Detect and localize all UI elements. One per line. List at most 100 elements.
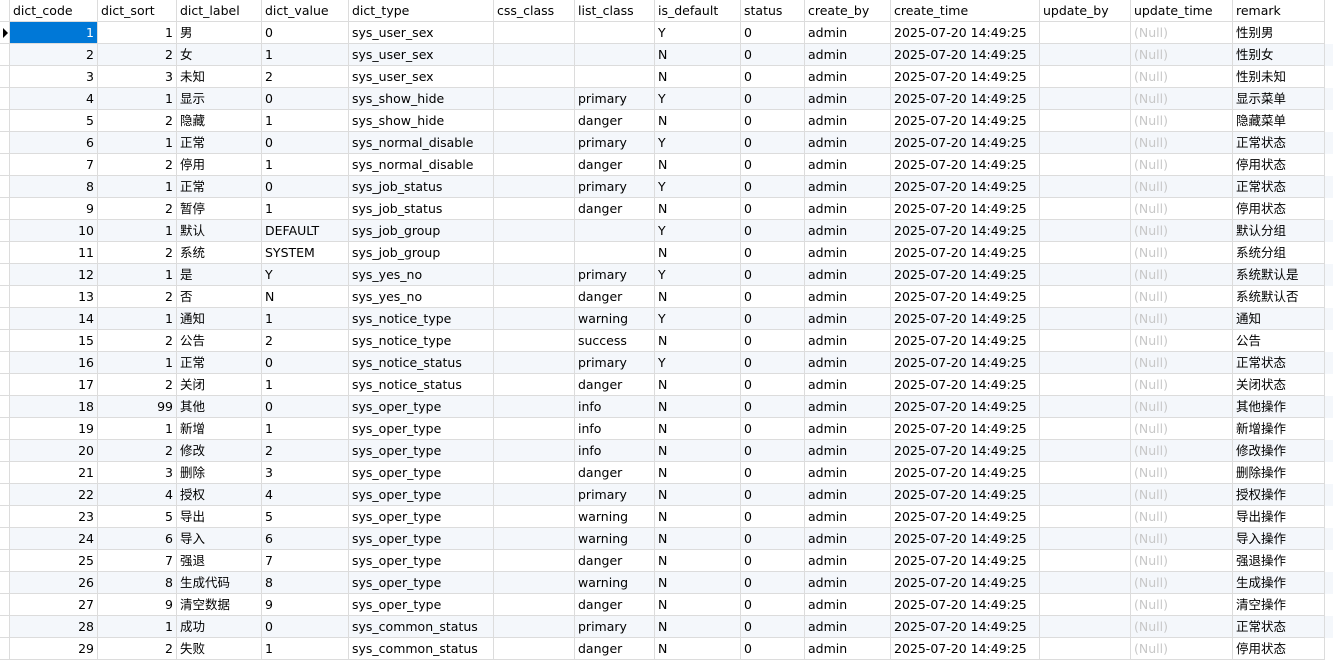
- cell-create-by[interactable]: admin: [805, 638, 891, 660]
- cell-status[interactable]: 0: [741, 308, 805, 330]
- cell-dict-sort[interactable]: 1: [98, 88, 177, 110]
- cell-dict-value[interactable]: 2: [262, 66, 349, 88]
- cell-dict-sort[interactable]: 2: [98, 374, 177, 396]
- cell-dict-value[interactable]: 2: [262, 440, 349, 462]
- cell-dict-code[interactable]: 3: [10, 66, 98, 88]
- cell-css-class[interactable]: [494, 286, 575, 308]
- cell-css-class[interactable]: [494, 594, 575, 616]
- cell-remark[interactable]: 正常状态: [1233, 616, 1325, 638]
- cell-update-by[interactable]: [1040, 550, 1131, 572]
- table-row[interactable]: 29 2 失败 1 sys_common_status danger N 0 admin 2025…: [0, 638, 1333, 660]
- cell-status[interactable]: 0: [741, 22, 805, 44]
- row-selector[interactable]: [0, 418, 10, 440]
- cell-dict-sort[interactable]: 1: [98, 264, 177, 286]
- cell-remark[interactable]: 关闭状态: [1233, 374, 1325, 396]
- cell-update-time[interactable]: (Null): [1131, 528, 1233, 550]
- table-row[interactable]: 11 2 系统 SYSTEM sys_job_group N 0 admin 2025-07-2…: [0, 242, 1333, 264]
- cell-dict-sort[interactable]: 3: [98, 462, 177, 484]
- cell-dict-sort[interactable]: 1: [98, 418, 177, 440]
- column-header-dict-value[interactable]: dict_value: [262, 0, 349, 22]
- cell-update-by[interactable]: [1040, 308, 1131, 330]
- cell-is-default[interactable]: Y: [655, 176, 741, 198]
- table-row[interactable]: 28 1 成功 0 sys_common_status primary N 0 admin 202…: [0, 616, 1333, 638]
- cell-dict-type[interactable]: sys_job_status: [349, 176, 494, 198]
- cell-dict-type[interactable]: sys_oper_type: [349, 462, 494, 484]
- cell-dict-sort[interactable]: 1: [98, 616, 177, 638]
- cell-dict-code[interactable]: 15: [10, 330, 98, 352]
- cell-create-by[interactable]: admin: [805, 330, 891, 352]
- cell-dict-value[interactable]: 0: [262, 176, 349, 198]
- cell-is-default[interactable]: Y: [655, 308, 741, 330]
- cell-update-time[interactable]: (Null): [1131, 66, 1233, 88]
- cell-dict-value[interactable]: 0: [262, 616, 349, 638]
- cell-dict-type[interactable]: sys_user_sex: [349, 44, 494, 66]
- cell-css-class[interactable]: [494, 418, 575, 440]
- row-selector[interactable]: [0, 88, 10, 110]
- cell-dict-value[interactable]: 0: [262, 88, 349, 110]
- cell-dict-code[interactable]: 13: [10, 286, 98, 308]
- cell-update-by[interactable]: [1040, 154, 1131, 176]
- cell-is-default[interactable]: Y: [655, 352, 741, 374]
- table-row[interactable]: 24 6 导入 6 sys_oper_type warning N 0 admin 2025-07…: [0, 528, 1333, 550]
- cell-dict-value[interactable]: 1: [262, 418, 349, 440]
- cell-css-class[interactable]: [494, 220, 575, 242]
- table-row[interactable]: 9 2 暂停 1 sys_job_status danger N 0 admin 2025-07-…: [0, 198, 1333, 220]
- cell-list-class[interactable]: [575, 66, 655, 88]
- cell-create-by[interactable]: admin: [805, 440, 891, 462]
- cell-list-class[interactable]: [575, 44, 655, 66]
- cell-css-class[interactable]: [494, 550, 575, 572]
- cell-dict-code[interactable]: 6: [10, 132, 98, 154]
- cell-list-class[interactable]: primary: [575, 616, 655, 638]
- cell-dict-value[interactable]: 8: [262, 572, 349, 594]
- cell-create-by[interactable]: admin: [805, 198, 891, 220]
- cell-update-by[interactable]: [1040, 528, 1131, 550]
- cell-create-by[interactable]: admin: [805, 528, 891, 550]
- cell-dict-label[interactable]: 生成代码: [177, 572, 262, 594]
- cell-css-class[interactable]: [494, 462, 575, 484]
- cell-list-class[interactable]: danger: [575, 286, 655, 308]
- cell-update-time[interactable]: (Null): [1131, 110, 1233, 132]
- cell-dict-value[interactable]: 1: [262, 154, 349, 176]
- cell-list-class[interactable]: primary: [575, 176, 655, 198]
- cell-status[interactable]: 0: [741, 396, 805, 418]
- cell-update-by[interactable]: [1040, 110, 1131, 132]
- cell-dict-label[interactable]: 成功: [177, 616, 262, 638]
- cell-update-time[interactable]: (Null): [1131, 264, 1233, 286]
- cell-dict-code[interactable]: 7: [10, 154, 98, 176]
- cell-update-by[interactable]: [1040, 220, 1131, 242]
- cell-create-time[interactable]: 2025-07-20 14:49:25: [891, 220, 1040, 242]
- cell-is-default[interactable]: N: [655, 286, 741, 308]
- cell-update-by[interactable]: [1040, 22, 1131, 44]
- cell-status[interactable]: 0: [741, 110, 805, 132]
- column-header-list-class[interactable]: list_class: [575, 0, 655, 22]
- cell-is-default[interactable]: N: [655, 440, 741, 462]
- cell-dict-sort[interactable]: 2: [98, 330, 177, 352]
- cell-list-class[interactable]: warning: [575, 528, 655, 550]
- cell-update-by[interactable]: [1040, 616, 1131, 638]
- cell-create-time[interactable]: 2025-07-20 14:49:25: [891, 462, 1040, 484]
- cell-dict-sort[interactable]: 2: [98, 242, 177, 264]
- cell-remark[interactable]: 系统默认否: [1233, 286, 1325, 308]
- table-row[interactable]: 14 1 通知 1 sys_notice_type warning Y 0 admin 2025-…: [0, 308, 1333, 330]
- cell-dict-value[interactable]: 2: [262, 330, 349, 352]
- row-selector[interactable]: [0, 110, 10, 132]
- cell-dict-value[interactable]: N: [262, 286, 349, 308]
- column-header-update-by[interactable]: update_by: [1040, 0, 1131, 22]
- cell-dict-type[interactable]: sys_common_status: [349, 638, 494, 660]
- column-header-update-time[interactable]: update_time: [1131, 0, 1233, 22]
- row-selector[interactable]: [0, 462, 10, 484]
- cell-remark[interactable]: 隐藏菜单: [1233, 110, 1325, 132]
- cell-dict-value[interactable]: 1: [262, 374, 349, 396]
- cell-update-time[interactable]: (Null): [1131, 484, 1233, 506]
- cell-update-time[interactable]: (Null): [1131, 88, 1233, 110]
- cell-is-default[interactable]: N: [655, 616, 741, 638]
- column-header-status[interactable]: status: [741, 0, 805, 22]
- cell-dict-code[interactable]: 23: [10, 506, 98, 528]
- cell-is-default[interactable]: N: [655, 44, 741, 66]
- table-row[interactable]: 25 7 强退 7 sys_oper_type danger N 0 admin 2025-07-…: [0, 550, 1333, 572]
- cell-dict-type[interactable]: sys_yes_no: [349, 264, 494, 286]
- cell-update-time[interactable]: (Null): [1131, 132, 1233, 154]
- cell-create-by[interactable]: admin: [805, 44, 891, 66]
- cell-status[interactable]: 0: [741, 66, 805, 88]
- cell-update-by[interactable]: [1040, 462, 1131, 484]
